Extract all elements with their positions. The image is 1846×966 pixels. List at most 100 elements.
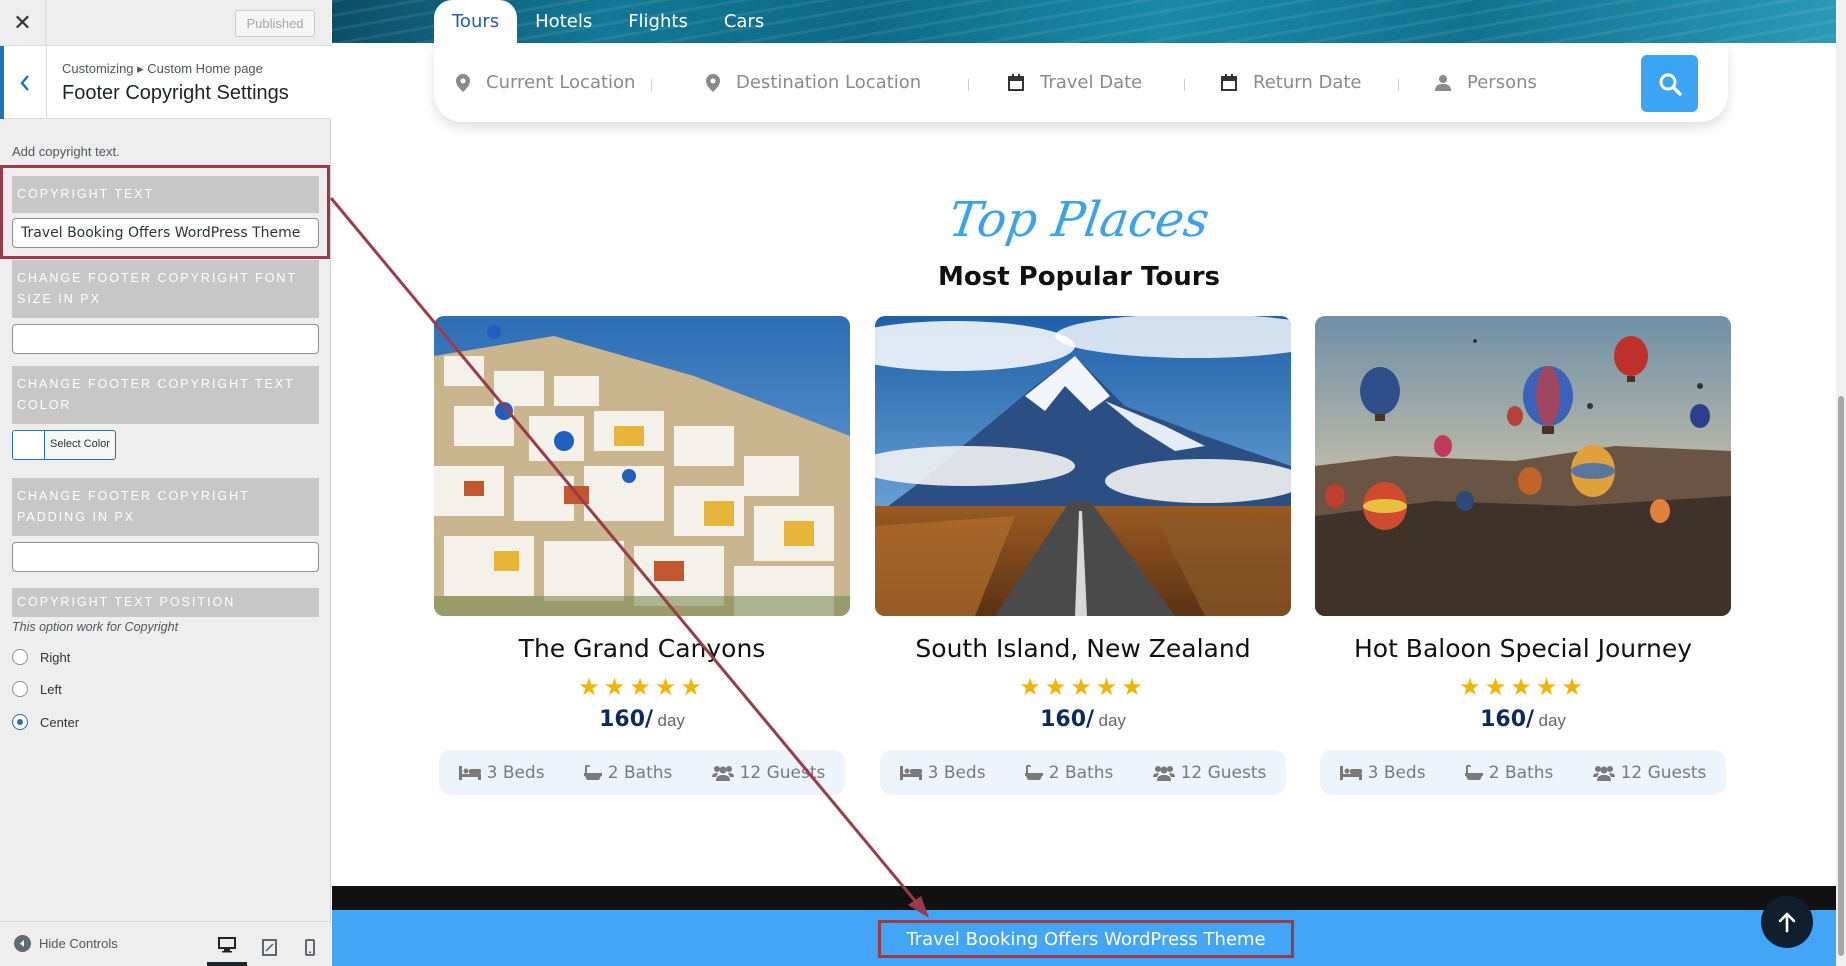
tour-name[interactable]: South Island, New Zealand (875, 634, 1291, 663)
published-button[interactable]: Published (235, 10, 315, 37)
select-color-button[interactable]: Select Color (12, 430, 116, 460)
radio-button[interactable] (12, 649, 28, 665)
mobile-preview-button[interactable] (290, 928, 330, 966)
close-icon: ✕ (13, 10, 32, 36)
section-header: Customizing ▸ Custom Home page Footer Co… (0, 46, 331, 119)
return-date-placeholder: Return Date (1253, 72, 1362, 93)
guests-info: 12 Guests (1592, 762, 1707, 783)
calendar-icon (1008, 74, 1024, 91)
rating-stars: ★★★★★ (578, 673, 706, 701)
amenities-bar: 3 Beds 2 Baths 12 Guests (880, 750, 1286, 795)
beds-label: 3 Beds (927, 762, 986, 783)
site-preview: Tours Hotels Flights Cars Current Locati… (332, 0, 1846, 966)
radio-button-selected[interactable] (12, 714, 28, 730)
tab-hotels[interactable]: Hotels (517, 0, 610, 43)
location-pin-icon (456, 73, 470, 92)
tablet-icon (261, 938, 277, 956)
bath-icon (1464, 764, 1483, 780)
radio-label: Center (40, 714, 80, 730)
divider (968, 79, 969, 91)
divider (1184, 79, 1185, 91)
tour-image-hot-air-balloons[interactable] (1315, 316, 1731, 616)
persons-field[interactable]: Persons (1435, 43, 1537, 122)
divider (651, 79, 652, 91)
tour-price: 160/ day (1315, 707, 1731, 732)
search-button[interactable] (1641, 55, 1698, 112)
radio-center[interactable]: Center (12, 714, 79, 730)
guests-icon (1592, 765, 1615, 781)
tab-tours[interactable]: Tours (434, 0, 518, 43)
copyright-highlight-box (0, 165, 330, 259)
tour-card[interactable]: Hot Baloon Special Journey ★★★★★ 160/ da… (1315, 316, 1731, 795)
divider (1398, 79, 1399, 91)
position-label: Copyright Text Position (12, 588, 319, 617)
tablet-preview-button[interactable] (249, 928, 289, 966)
position-note: This option work for Copyright (12, 620, 179, 634)
price-unit: day (1538, 711, 1566, 730)
color-swatch (13, 431, 45, 459)
guests-info: 12 Guests (711, 762, 826, 783)
tour-card[interactable]: The Grand Canyons ★★★★★ 160/ day 3 Beds … (434, 316, 850, 795)
scrollbar-thumb[interactable] (1838, 396, 1844, 956)
beds-info: 3 Beds (1339, 762, 1426, 783)
current-location-placeholder: Current Location (486, 72, 636, 93)
tour-image-santorini[interactable] (434, 316, 850, 616)
guests-label: 12 Guests (1620, 762, 1707, 783)
price-unit: day (1098, 711, 1126, 730)
guests-icon (711, 765, 734, 781)
close-customizer-button[interactable]: ✕ (0, 0, 46, 46)
person-icon (1435, 74, 1451, 91)
tour-image-mountain-road[interactable] (875, 316, 1291, 616)
guests-label: 12 Guests (1180, 762, 1267, 783)
rating-stars: ★★★★★ (1019, 673, 1147, 701)
radio-button[interactable] (12, 681, 28, 697)
baths-label: 2 Baths (607, 762, 673, 783)
guests-info: 12 Guests (1152, 762, 1267, 783)
travel-date-field[interactable]: Travel Date (1008, 43, 1142, 122)
bed-icon (458, 765, 481, 780)
radio-right[interactable]: Right (12, 649, 70, 665)
tab-cars[interactable]: Cars (706, 0, 782, 43)
mobile-icon (305, 938, 315, 956)
padding-input[interactable] (12, 542, 319, 572)
footer-dark-band (332, 886, 1846, 910)
destination-location-field[interactable]: Destination Location (706, 43, 921, 122)
tour-name[interactable]: The Grand Canyons (434, 634, 850, 663)
price-value: 160/ (1480, 707, 1535, 732)
location-pin-icon (706, 73, 720, 92)
hide-controls-button[interactable]: Hide Controls (14, 935, 118, 952)
back-button[interactable] (0, 46, 47, 119)
current-location-field[interactable]: Current Location (456, 43, 635, 122)
preview-scrollbar[interactable] (1836, 0, 1846, 966)
search-bar: Current Location Destination Location Tr… (434, 43, 1728, 122)
bath-icon (1024, 764, 1043, 780)
hide-controls-label: Hide Controls (39, 936, 118, 951)
booking-tabs: Tours Hotels Flights Cars (434, 0, 782, 43)
desktop-preview-button[interactable] (207, 928, 247, 966)
tour-price: 160/ day (875, 707, 1291, 732)
scroll-to-top-button[interactable] (1761, 896, 1813, 948)
price-value: 160/ (599, 707, 654, 732)
beds-label: 3 Beds (1367, 762, 1426, 783)
font-size-input[interactable] (12, 324, 319, 354)
destination-location-placeholder: Destination Location (736, 72, 922, 93)
radio-left[interactable]: Left (12, 681, 62, 697)
persons-placeholder: Persons (1467, 72, 1537, 93)
return-date-field[interactable]: Return Date (1221, 43, 1361, 122)
beds-info: 3 Beds (899, 762, 986, 783)
arrow-up-icon (1778, 912, 1796, 933)
select-color-label: Select Color (50, 438, 110, 450)
calendar-icon (1221, 74, 1237, 91)
guests-icon (1152, 765, 1175, 781)
baths-info: 2 Baths (583, 762, 673, 783)
tour-name[interactable]: Hot Baloon Special Journey (1315, 634, 1731, 663)
beds-info: 3 Beds (458, 763, 545, 783)
tab-flights[interactable]: Flights (610, 0, 706, 43)
radio-label: Right (40, 649, 71, 665)
amenities-bar: 3 Beds 2 Baths 12 Guests (439, 750, 845, 795)
tour-card[interactable]: South Island, New Zealand ★★★★★ 160/ day… (875, 316, 1291, 795)
chevron-left-icon (20, 74, 29, 91)
bath-icon (583, 764, 602, 780)
guests-label: 12 Guests (739, 762, 826, 783)
footer-copyright-text: Travel Booking Offers WordPress Theme (878, 920, 1294, 958)
